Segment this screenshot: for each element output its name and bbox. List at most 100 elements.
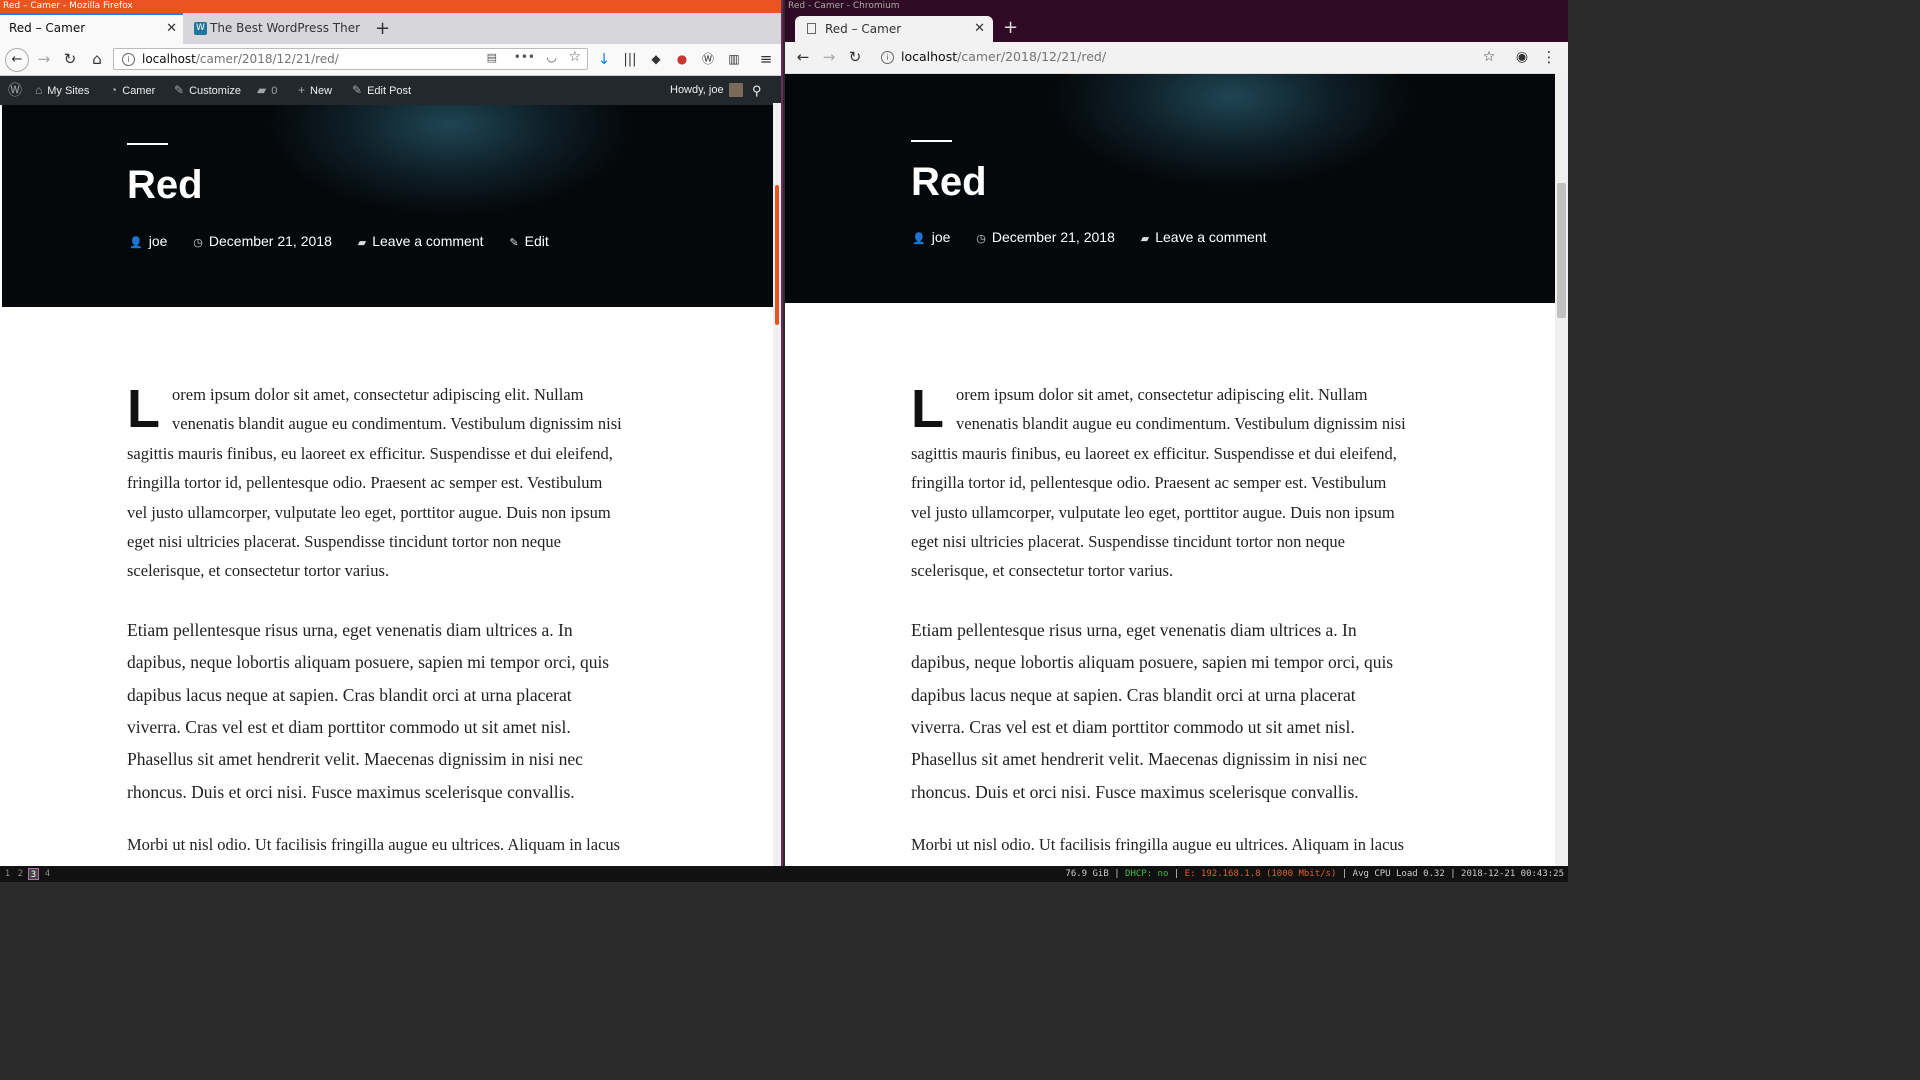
paragraph-2: Etiam pellentesque risus urna, eget vene… (911, 619, 1394, 802)
url-text: localhost/camer/2018/12/21/red/ (142, 52, 339, 66)
forward-button[interactable]: → (32, 44, 56, 75)
post-header: Red 👤 joe ◷ December 21, 2018 ▰ Leave a com… (2, 105, 773, 307)
pocket-icon[interactable]: ◡ (547, 50, 557, 64)
back-button[interactable]: ← (5, 48, 29, 72)
paragraph-1: Lorem ipsum dolor sit amet, consectetur … (911, 379, 1406, 581)
title-rule (127, 143, 168, 145)
avatar (728, 83, 743, 98)
author-link[interactable]: 👤 joe (129, 233, 167, 249)
system-status: 76.9 GiB | DHCP: no | E: 192.168.1.8 (10… (1065, 869, 1564, 879)
firefox-window: Red – Camer - Mozilla Firefox Red – Came… (0, 0, 783, 866)
post-title: Red (911, 160, 987, 204)
comments-link[interactable]: ▰ 0 (257, 76, 277, 106)
dashboard-icon: ◔ (110, 83, 118, 97)
pencil-icon: ✎ (352, 83, 363, 97)
url-bar[interactable]: i localhost/camer/2018/12/21/red/ ▤ ••• … (113, 48, 588, 70)
disk-free: 76.9 GiB (1065, 869, 1109, 879)
menu-icon[interactable]: ≡ (754, 44, 778, 75)
window-title: Red - Camer - Chromium (785, 0, 1568, 13)
workspace-2[interactable]: 2 (15, 868, 26, 880)
scrollbar[interactable] (1555, 73, 1568, 866)
navigation-toolbar: ← → ↻ i localhost/camer/2018/12/21/red/ … (785, 42, 1568, 74)
drop-cap: L (911, 379, 944, 439)
date-link[interactable]: ◷ December 21, 2018 (193, 233, 332, 249)
brush-icon: ✎ (174, 83, 185, 97)
reload-button[interactable]: ↻ (843, 42, 867, 73)
comment-link[interactable]: ▰ Leave a comment (1141, 229, 1267, 245)
person-icon: 👤 (129, 237, 143, 249)
account-link[interactable]: Howdy, joe (670, 76, 743, 105)
scrollbar-thumb[interactable] (1557, 183, 1566, 318)
addon-icon[interactable]: ● (670, 44, 694, 75)
post-content: Lorem ipsum dolor sit amet, consectetur … (127, 380, 622, 859)
profile-icon[interactable]: ◉ (1510, 42, 1534, 73)
site-link[interactable]: ◔ Camer (110, 76, 155, 106)
extension-icon[interactable]: ◆ (644, 44, 668, 75)
title-rule (911, 140, 952, 142)
tab-red-camer[interactable]: Red – Camer ✕ (795, 16, 993, 42)
workspace-1[interactable]: 1 (2, 868, 13, 880)
url-text[interactable]: localhost/camer/2018/12/21/red/ (901, 47, 1106, 67)
info-icon[interactable]: i (881, 51, 894, 64)
edit-post-link[interactable]: ✎ Edit Post (352, 76, 411, 106)
bookmark-star-icon[interactable]: ☆ (568, 49, 581, 65)
close-icon[interactable]: ✕ (166, 15, 177, 42)
scrollbar[interactable] (773, 103, 781, 866)
new-content-link[interactable]: + New (298, 76, 332, 106)
wordpress-logo-icon[interactable]: Ⓦ (8, 76, 22, 105)
tab-label: Red – Camer (9, 21, 86, 35)
new-tab-button[interactable]: + (1003, 13, 1018, 42)
post-title: Red (127, 163, 203, 207)
tab-strip: Red – Camer ✕ + (785, 13, 1568, 42)
dhcp-status: DHCP: no (1125, 869, 1169, 879)
tab-red-camer[interactable]: Red – Camer ✕ (0, 13, 183, 44)
tab-strip: Red – Camer ✕ W The Best WordPress Ther … (0, 13, 781, 44)
library-icon[interactable]: ||| (618, 44, 642, 75)
home-button[interactable]: ⌂ (85, 44, 109, 75)
person-icon: 👤 (912, 233, 926, 245)
author-link[interactable]: 👤 joe (912, 229, 950, 245)
wordpress-favicon-icon: W (194, 22, 207, 35)
reload-button[interactable]: ↻ (58, 44, 82, 75)
date-link[interactable]: ◷ December 21, 2018 (976, 229, 1115, 245)
post-header: Red 👤 joe ◷ December 21, 2018 ▰ Leave a com… (785, 74, 1555, 303)
page-icon (807, 23, 816, 34)
pencil-icon: ✎ (509, 237, 519, 249)
cpu-load: Avg CPU Load 0.32 (1352, 869, 1445, 879)
my-sites-link[interactable]: ⌂ My Sites (35, 76, 89, 106)
paragraph-2: Etiam pellentesque risus urna, eget vene… (127, 619, 610, 802)
back-button[interactable]: ← (791, 42, 815, 73)
menu-icon[interactable]: ⋮ (1537, 42, 1561, 73)
scrollbar-thumb[interactable] (775, 185, 779, 325)
reader-view-icon[interactable]: ▤ (487, 51, 497, 64)
post-meta: 👤 joe ◷ December 21, 2018 ▰ Leave a comment (912, 229, 1289, 245)
comment-icon: ▰ (257, 83, 267, 97)
window-title: Red – Camer - Mozilla Firefox (0, 0, 781, 13)
close-icon[interactable]: ✕ (974, 16, 985, 42)
new-tab-button[interactable]: + (375, 13, 390, 44)
page-actions-icon[interactable]: ••• (514, 50, 535, 64)
drop-cap: L (127, 379, 160, 439)
bookmark-star-icon[interactable]: ☆ (1477, 42, 1501, 73)
workspace-4[interactable]: 4 (42, 868, 53, 880)
navigation-toolbar: ← → ↻ ⌂ i localhost/camer/2018/12/21/red… (0, 44, 781, 76)
house-icon: ⌂ (35, 83, 43, 97)
wordpress-addon-icon[interactable]: Ⓦ (696, 44, 720, 75)
comment-link[interactable]: ▰ Leave a comment (358, 233, 484, 249)
post-content: Lorem ipsum dolor sit amet, consectetur … (911, 380, 1406, 859)
sidebar-icon[interactable]: ▥ (722, 44, 746, 75)
post-meta: 👤 joe ◷ December 21, 2018 ▰ Leave a comment… (129, 233, 571, 249)
workspace-3[interactable]: 3 (28, 868, 39, 880)
forward-button[interactable]: → (817, 42, 841, 73)
downloads-icon[interactable]: ↓ (592, 44, 616, 75)
wp-admin-bar: Ⓦ ⌂ My Sites ◔ Camer ✎ Customize ▰ 0 + New ✎ E… (0, 76, 781, 105)
comment-icon: ▰ (357, 237, 367, 249)
tab-wordpress-themes[interactable]: W The Best WordPress Ther (186, 13, 368, 44)
tab-label: Red – Camer (825, 22, 902, 36)
search-icon[interactable]: ⚲ (752, 76, 762, 105)
edit-link[interactable]: ✎ Edit (509, 233, 548, 249)
paragraph-3: Morbi ut nisl odio. Ut facilisis fringil… (911, 835, 1405, 855)
info-icon[interactable]: i (122, 53, 135, 66)
customize-link[interactable]: ✎ Customize (174, 76, 241, 106)
chromium-window: Red - Camer - Chromium Red – Camer ✕ + ←… (785, 0, 1568, 866)
